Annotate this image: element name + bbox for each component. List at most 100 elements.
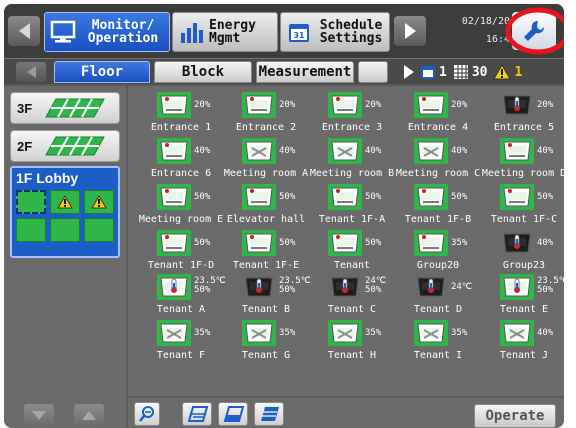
zone-cell[interactable] bbox=[50, 190, 80, 214]
air-conditioner-icon bbox=[157, 320, 191, 346]
warning-icon bbox=[91, 195, 107, 209]
unit-reading: 23.5℃ 50% bbox=[194, 277, 226, 295]
unit-tile[interactable]: 40% Tenant J bbox=[481, 320, 564, 364]
air-conditioner-icon bbox=[414, 320, 448, 346]
unit-tile[interactable]: 35% Tenant H bbox=[309, 320, 395, 364]
unit-reading-primary: 35% bbox=[279, 328, 296, 338]
unit-tile[interactable]: 50% Tenant 1F-B bbox=[395, 184, 481, 228]
floor-plan-icon bbox=[45, 136, 106, 156]
zone-cell[interactable] bbox=[16, 190, 46, 214]
unit-tile[interactable]: 50% Elevator hall bbox=[223, 184, 309, 228]
air-conditioner-icon bbox=[157, 184, 191, 210]
unit-tile[interactable]: 20% Entrance 5 bbox=[481, 92, 564, 136]
tab-floor[interactable]: Floor bbox=[54, 61, 150, 83]
unit-tile[interactable]: 35% Tenant G bbox=[223, 320, 309, 364]
air-conditioner-icon bbox=[328, 230, 362, 256]
unit-tile[interactable]: 40% Entrance 6 bbox=[138, 138, 224, 182]
unit-tile[interactable]: 50% Tenant 1F-A bbox=[309, 184, 395, 228]
unit-tile[interactable]: 50% Tenant 1F-C bbox=[481, 184, 564, 228]
unit-tile[interactable]: 50% Meeting room E bbox=[138, 184, 224, 228]
view-layer-outline-button[interactable] bbox=[182, 402, 212, 426]
zone-cell[interactable] bbox=[50, 218, 80, 242]
warning-icon bbox=[57, 195, 73, 209]
menu-next-button[interactable] bbox=[394, 16, 426, 46]
unit-reading: 20% bbox=[279, 101, 295, 110]
arrow-up-icon bbox=[82, 410, 96, 420]
unit-tile[interactable]: 23.5℃ 50% Tenant A bbox=[138, 274, 226, 318]
unit-tile[interactable]: 50% Tenant bbox=[309, 230, 395, 274]
air-conditioner-icon bbox=[328, 184, 362, 210]
unit-tile[interactable]: 35% Tenant F bbox=[138, 320, 224, 364]
unit-tile[interactable]: 40% Meeting room C bbox=[395, 138, 481, 182]
unit-reading-primary: 35% bbox=[451, 328, 468, 338]
air-conditioner-icon bbox=[500, 184, 534, 210]
top-menu-bar: Monitor/ Operation Energy Mgmt 31 Schedu… bbox=[4, 4, 564, 58]
unit-reading-primary: 40% bbox=[537, 146, 554, 156]
tab-block[interactable]: Block bbox=[154, 61, 252, 83]
tab-empty[interactable] bbox=[358, 61, 388, 83]
monitor-operation-button[interactable]: Monitor/ Operation bbox=[44, 12, 170, 52]
zoom-out-button[interactable] bbox=[134, 402, 160, 426]
unit-name: Tenant 1F-D bbox=[147, 260, 215, 271]
energy-mgmt-button[interactable]: Energy Mgmt bbox=[172, 12, 278, 52]
unit-tile[interactable]: 40% Meeting room B bbox=[309, 138, 395, 182]
air-conditioner-icon bbox=[414, 92, 448, 118]
view-layer-partial-button[interactable] bbox=[218, 402, 248, 426]
view-tab-bar: Floor Block Measurement 1 30 1 bbox=[4, 58, 564, 84]
unit-tile[interactable]: 40% Group23 bbox=[481, 230, 564, 274]
zone-cell[interactable] bbox=[16, 218, 46, 242]
zone-map bbox=[12, 188, 118, 244]
unit-tile[interactable]: 20% Entrance 2 bbox=[223, 92, 309, 136]
unit-tile[interactable]: 35% Tenant I bbox=[395, 320, 481, 364]
unit-tile[interactable]: 50% Tenant 1F-D bbox=[138, 230, 224, 274]
unit-tile[interactable]: 35% Group20 bbox=[395, 230, 481, 274]
view-layer-filled-button[interactable] bbox=[254, 402, 284, 426]
warning-status[interactable]: 1 bbox=[493, 64, 522, 80]
schedule-count: 1 bbox=[439, 64, 447, 80]
unit-name: Meeting room E bbox=[138, 214, 224, 225]
unit-reading-primary: 40% bbox=[365, 146, 382, 156]
floor-button-1f-lobby[interactable]: 1F Lobby bbox=[10, 166, 120, 258]
settings-button[interactable] bbox=[512, 12, 556, 50]
unit-tile[interactable]: 24℃ Tenant D bbox=[395, 274, 481, 318]
zone-cell[interactable] bbox=[84, 190, 114, 214]
unit-reading: 24℃ bbox=[451, 283, 472, 292]
unit-tile[interactable]: 50% Tenant 1F-E bbox=[223, 230, 309, 274]
scroll-up-button[interactable] bbox=[74, 404, 104, 426]
calendar-status[interactable]: 30 bbox=[453, 64, 487, 80]
monitor-operation-label: Monitor/ Operation bbox=[87, 18, 159, 46]
unit-reading-primary: 40% bbox=[279, 146, 296, 156]
unit-reading: 40% bbox=[537, 329, 553, 338]
calendar-icon bbox=[421, 66, 435, 79]
play-icon[interactable] bbox=[404, 65, 414, 79]
floor-button-2f[interactable]: 2F bbox=[10, 130, 120, 162]
unit-tile[interactable]: 23.5℃ 50% Tenant B bbox=[223, 274, 311, 318]
unit-tile[interactable]: 20% Entrance 4 bbox=[395, 92, 481, 136]
unit-tile[interactable]: 24℃ 50% Tenant C bbox=[309, 274, 395, 318]
app-screen: Monitor/ Operation Energy Mgmt 31 Schedu… bbox=[4, 4, 564, 428]
menu-prev-button[interactable] bbox=[8, 16, 40, 46]
unit-tile[interactable]: 20% Entrance 1 bbox=[138, 92, 224, 136]
air-conditioner-icon bbox=[157, 230, 191, 256]
operate-button[interactable]: Operate bbox=[474, 404, 556, 428]
unit-reading: 40% bbox=[451, 147, 467, 156]
tab-measurement[interactable]: Measurement bbox=[256, 61, 354, 83]
unit-reading: 23.5℃ 50% bbox=[537, 277, 564, 295]
tab-prev-button[interactable] bbox=[16, 62, 46, 82]
unit-tile[interactable]: 40% Meeting room A bbox=[223, 138, 309, 182]
scroll-down-button[interactable] bbox=[24, 404, 54, 426]
schedule-status[interactable]: 1 bbox=[420, 64, 447, 80]
unit-tile[interactable]: 40% Meeting room D bbox=[481, 138, 564, 182]
air-conditioner-icon bbox=[242, 92, 276, 118]
unit-reading-primary: 40% bbox=[451, 146, 468, 156]
wrench-icon bbox=[524, 20, 545, 41]
zone-cell[interactable] bbox=[84, 218, 114, 242]
unit-tile[interactable]: 20% Entrance 3 bbox=[309, 92, 395, 136]
unit-reading: 23.5℃ 50% bbox=[279, 277, 311, 295]
unit-reading: 20% bbox=[451, 101, 467, 110]
floor-label: 2F bbox=[17, 138, 33, 154]
unit-tile[interactable]: 23.5℃ 50% Tenant E bbox=[481, 274, 564, 318]
schedule-settings-button[interactable]: 31 Schedule Settings bbox=[280, 12, 390, 52]
floor-button-3f[interactable]: 3F bbox=[10, 92, 120, 124]
air-conditioner-icon bbox=[157, 274, 191, 300]
